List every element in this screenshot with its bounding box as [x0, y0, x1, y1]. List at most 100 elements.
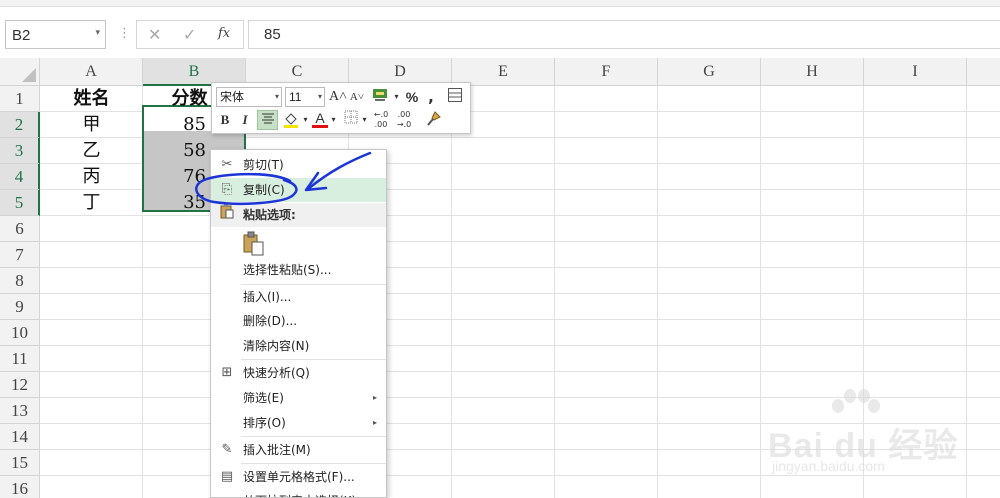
row-header-13[interactable]: 13	[0, 398, 40, 424]
comma-style-button[interactable]: ,	[425, 87, 437, 107]
format-painter-button[interactable]	[424, 110, 444, 130]
select-all-icon	[22, 68, 36, 82]
menu-item-label: 排序(O)	[243, 416, 286, 430]
accounting-format-button[interactable]	[370, 87, 392, 107]
name-box-value: B2	[12, 27, 31, 44]
row-header-7[interactable]: 7	[0, 242, 40, 268]
watermark-url: jingyan.baidu.com	[772, 458, 885, 474]
chevron-down-icon[interactable]: ▾	[360, 110, 369, 130]
row-header-11[interactable]: 11	[0, 346, 40, 372]
increase-decimal-button[interactable]: ←.0 .00	[370, 110, 392, 130]
fill-color-button[interactable]	[282, 110, 300, 130]
row-header-14[interactable]: 14	[0, 424, 40, 450]
font-name-value: 宋体	[220, 90, 245, 104]
menu-item-label: 插入批注(M)	[243, 443, 311, 457]
cell-a1[interactable]: 姓名	[40, 86, 143, 112]
menu-separator	[241, 359, 386, 360]
row-header-5[interactable]: 5	[0, 190, 40, 216]
row-header-4[interactable]: 4	[0, 164, 40, 190]
select-all-button[interactable]	[0, 58, 40, 86]
submenu-arrow-icon: ▸	[372, 393, 377, 402]
cell-a2[interactable]: 甲	[40, 112, 143, 138]
context-menu: ✂ 剪切(T) ⎘ 复制(C) 粘贴选项: 选择性粘贴(S)... 插入(I).…	[210, 149, 387, 498]
paste-options-label: 粘贴选项:	[243, 208, 296, 222]
row-header-6[interactable]: 6	[0, 216, 40, 242]
menu-item-cut[interactable]: ✂ 剪切(T)	[211, 153, 386, 177]
clipboard-icon	[220, 204, 234, 219]
menu-item-insert[interactable]: 插入(I)...	[211, 285, 386, 309]
font-name-select[interactable]: 宋体 ▾	[216, 87, 282, 107]
menu-item-pick-from-list[interactable]: 从下拉列表中选择(K)...	[211, 489, 386, 497]
insert-function-icon[interactable]: fx	[218, 26, 230, 41]
row-header-12[interactable]: 12	[0, 372, 40, 398]
grow-font-button[interactable]: A˄	[329, 87, 347, 107]
menu-item-copy[interactable]: ⎘ 复制(C)	[211, 178, 386, 202]
cell-a5[interactable]: 丁	[40, 190, 143, 216]
percent-style-button[interactable]: %	[404, 87, 420, 107]
menu-item-label: 从下拉列表中选择(K)...	[243, 489, 368, 497]
decrease-decimal-button[interactable]: .00 →.0	[393, 110, 415, 130]
menu-item-delete[interactable]: 删除(D)...	[211, 309, 386, 333]
row-header-16[interactable]: 16	[0, 476, 40, 498]
menu-item-format-cells[interactable]: ▤ 设置单元格格式(F)...	[211, 465, 386, 489]
paw-logo-icon	[832, 389, 880, 413]
font-color-button[interactable]: A	[312, 108, 328, 128]
align-center-icon	[261, 113, 274, 124]
format-painter-icon	[427, 111, 441, 126]
chevron-down-icon: ▾	[274, 92, 279, 101]
row-header-10[interactable]: 10	[0, 320, 40, 346]
paint-bucket-icon	[284, 113, 298, 128]
enter-icon[interactable]: ✓	[183, 25, 196, 44]
comment-icon: ✎	[221, 442, 233, 457]
menu-item-label: 删除(D)...	[243, 314, 298, 328]
table-format-icon	[448, 88, 462, 102]
menu-item-label: 选择性粘贴(S)...	[243, 263, 332, 277]
chevron-down-icon[interactable]: ▾	[329, 110, 338, 130]
column-header-g[interactable]: G	[658, 58, 761, 86]
format-painter-table-button[interactable]	[446, 87, 464, 107]
menu-item-label: 清除内容(N)	[243, 339, 310, 353]
chevron-down-icon[interactable]: ▾	[392, 87, 401, 107]
font-size-value: 11	[289, 90, 302, 104]
chevron-down-icon[interactable]: ▾	[95, 28, 100, 38]
paste-icon	[218, 203, 236, 228]
baidu-watermark: Bai du 经验 jingyan.baidu.com	[764, 388, 994, 474]
scissors-icon: ✂	[221, 157, 233, 172]
formula-bar-grip-icon[interactable]: ⋮	[118, 26, 131, 41]
cell-a4[interactable]: 丙	[40, 164, 143, 190]
shrink-font-button[interactable]: A˅	[349, 87, 365, 107]
name-box[interactable]: B2 ▾	[5, 20, 106, 49]
row-header-3[interactable]: 3	[0, 138, 40, 164]
paste-default-icon[interactable]	[241, 231, 267, 257]
column-header-f[interactable]: F	[555, 58, 658, 86]
cancel-icon[interactable]: ✕	[148, 25, 161, 44]
column-header-h[interactable]: H	[761, 58, 864, 86]
menu-item-clear-contents[interactable]: 清除内容(N)	[211, 334, 386, 358]
cell-a3[interactable]: 乙	[40, 138, 143, 164]
italic-button[interactable]: I	[237, 110, 253, 130]
bold-button[interactable]: B	[217, 110, 233, 130]
column-header-i[interactable]: I	[864, 58, 967, 86]
column-header-a[interactable]: A	[40, 58, 143, 86]
submenu-arrow-icon: ▸	[372, 418, 377, 427]
row-header-1[interactable]: 1	[0, 86, 40, 112]
menu-item-label: 剪切(T)	[243, 158, 284, 172]
chevron-down-icon[interactable]: ▾	[301, 110, 310, 130]
center-align-button[interactable]	[257, 110, 278, 130]
ribbon-edge	[0, 0, 1000, 7]
menu-item-quick-analysis[interactable]: ⊞ 快速分析(Q)	[211, 361, 386, 385]
row-header-15[interactable]: 15	[0, 450, 40, 476]
menu-item-filter[interactable]: 筛选(E) ▸	[211, 386, 386, 410]
row-header-8[interactable]: 8	[0, 268, 40, 294]
borders-button[interactable]	[342, 110, 360, 130]
font-size-select[interactable]: 11 ▾	[285, 87, 325, 107]
row-header-9[interactable]: 9	[0, 294, 40, 320]
formula-input[interactable]: 85	[248, 20, 1000, 49]
menu-separator	[241, 463, 386, 464]
column-header-j[interactable]	[967, 58, 1000, 86]
menu-item-insert-comment[interactable]: ✎ 插入批注(M)	[211, 438, 386, 462]
menu-item-sort[interactable]: 排序(O) ▸	[211, 411, 386, 435]
menu-item-paste-special[interactable]: 选择性粘贴(S)...	[211, 258, 386, 282]
row-header-2[interactable]: 2	[0, 112, 40, 138]
menu-separator	[241, 436, 386, 437]
